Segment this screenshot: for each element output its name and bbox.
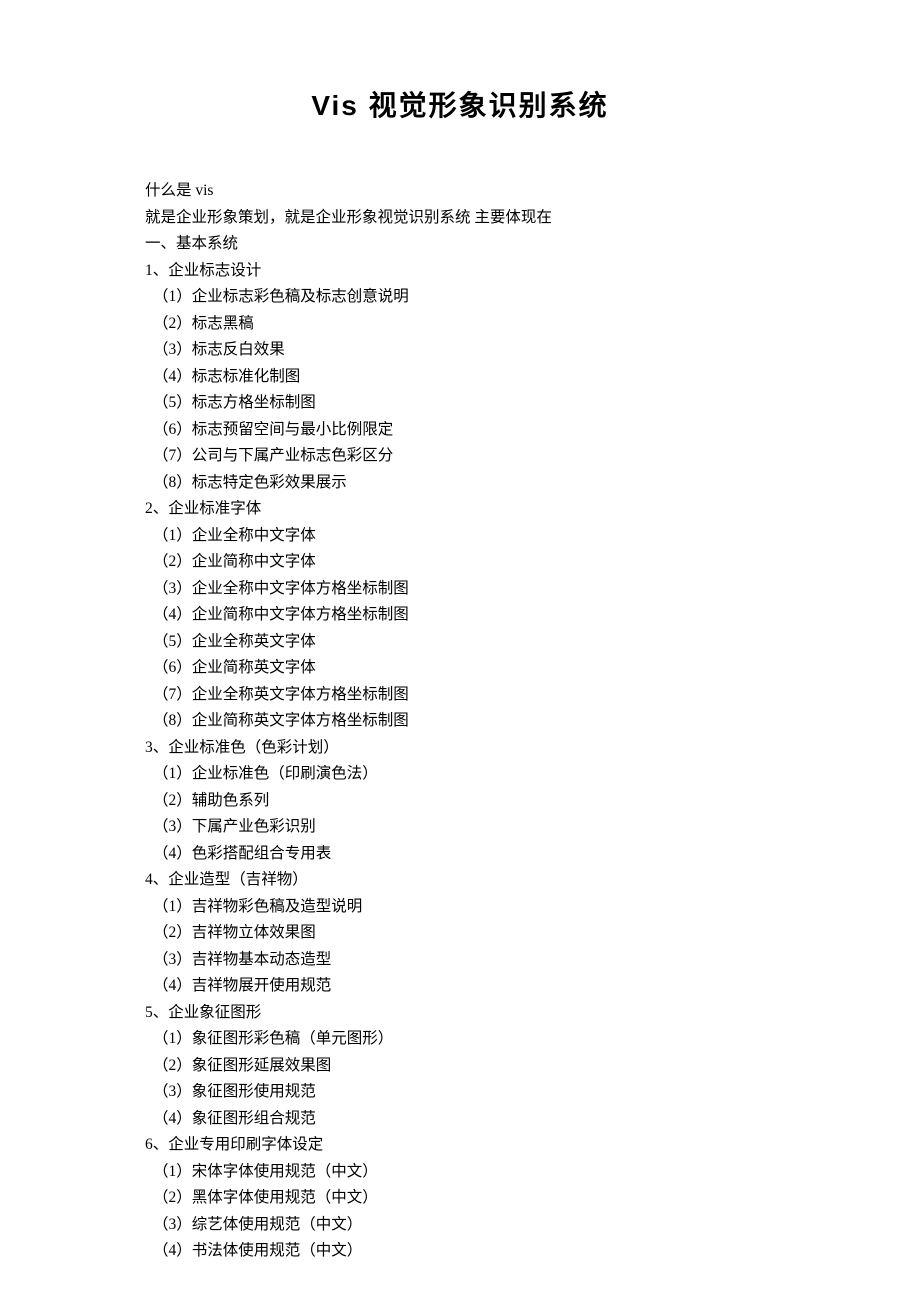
document-title: Vis 视觉形象识别系统 — [0, 84, 920, 124]
intro-answer: 就是企业形象策划，就是企业形象视觉识别系统 主要体现在 — [145, 205, 820, 232]
subsection-heading: 5、企业象征图形 — [145, 1000, 820, 1027]
list-item: （1）企业全称中文字体 — [145, 523, 820, 550]
list-item: （4）标志标准化制图 — [145, 364, 820, 391]
subsection-heading: 6、企业专用印刷字体设定 — [145, 1132, 820, 1159]
list-item: （2）黑体字体使用规范（中文） — [145, 1185, 820, 1212]
list-item: （1）企业标准色（印刷演色法） — [145, 761, 820, 788]
list-item: （3）象征图形使用规范 — [145, 1079, 820, 1106]
subsection-heading: 3、企业标准色（色彩计划） — [145, 735, 820, 762]
list-item: （3）吉祥物基本动态造型 — [145, 947, 820, 974]
list-item: （8）企业简称英文字体方格坐标制图 — [145, 708, 820, 735]
list-item: （7）企业全称英文字体方格坐标制图 — [145, 682, 820, 709]
list-item: （3）标志反白效果 — [145, 337, 820, 364]
list-item: （4）象征图形组合规范 — [145, 1106, 820, 1133]
list-item: （6）标志预留空间与最小比例限定 — [145, 417, 820, 444]
section-header: 一、基本系统 — [145, 231, 820, 258]
list-item: （1）宋体字体使用规范（中文） — [145, 1159, 820, 1186]
subsection-heading: 4、企业造型（吉祥物） — [145, 867, 820, 894]
list-item: （2）标志黑稿 — [145, 311, 820, 338]
list-item: （3）下属产业色彩识别 — [145, 814, 820, 841]
subsection-heading: 1、企业标志设计 — [145, 258, 820, 285]
list-item: （4）色彩搭配组合专用表 — [145, 841, 820, 868]
list-item: （2）吉祥物立体效果图 — [145, 920, 820, 947]
list-item: （4）书法体使用规范（中文） — [145, 1238, 820, 1265]
list-item: （5）企业全称英文字体 — [145, 629, 820, 656]
subsection-heading: 2、企业标准字体 — [145, 496, 820, 523]
list-item: （2）辅助色系列 — [145, 788, 820, 815]
list-item: （2）企业简称中文字体 — [145, 549, 820, 576]
list-item: （2）象征图形延展效果图 — [145, 1053, 820, 1080]
list-item: （1）象征图形彩色稿（单元图形） — [145, 1026, 820, 1053]
list-item: （1）企业标志彩色稿及标志创意说明 — [145, 284, 820, 311]
list-item: （4）企业简称中文字体方格坐标制图 — [145, 602, 820, 629]
intro-question: 什么是 vis — [145, 178, 820, 205]
list-item: （8）标志特定色彩效果展示 — [145, 470, 820, 497]
list-item: （5）标志方格坐标制图 — [145, 390, 820, 417]
list-item: （6）企业简称英文字体 — [145, 655, 820, 682]
list-item: （4）吉祥物展开使用规范 — [145, 973, 820, 1000]
list-item: （3）企业全称中文字体方格坐标制图 — [145, 576, 820, 603]
list-item: （1）吉祥物彩色稿及造型说明 — [145, 894, 820, 921]
list-item: （7）公司与下属产业标志色彩区分 — [145, 443, 820, 470]
document-body: 什么是 vis 就是企业形象策划，就是企业形象视觉识别系统 主要体现在 一、基本… — [0, 178, 920, 1265]
list-item: （3）综艺体使用规范（中文） — [145, 1212, 820, 1239]
